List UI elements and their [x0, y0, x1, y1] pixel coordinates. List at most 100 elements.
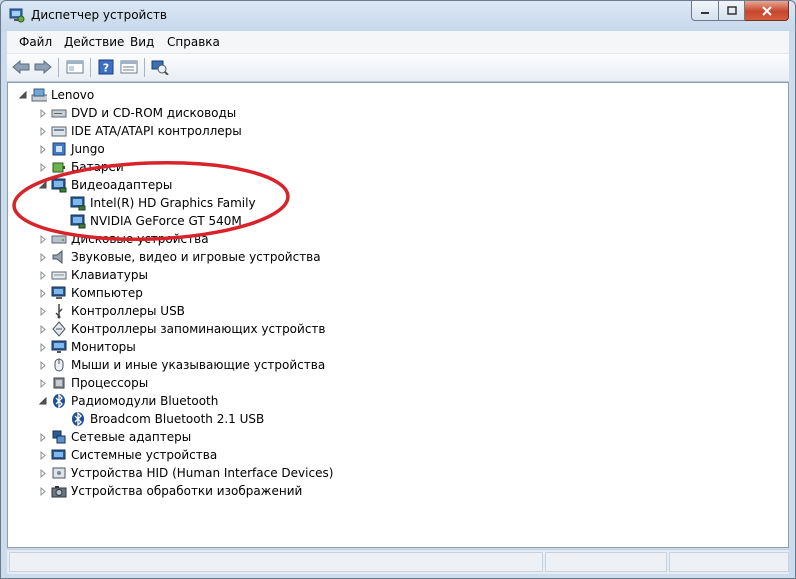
- forward-button[interactable]: [33, 58, 53, 76]
- expand-arrow-icon[interactable]: [39, 108, 47, 118]
- expand-arrow-icon[interactable]: [39, 360, 47, 370]
- tree-item-label: IDE ATA/ATAPI контроллеры: [71, 124, 242, 138]
- expand-arrow-icon[interactable]: [39, 324, 47, 334]
- tree-item[interactable]: Контроллеры запоминающих устройств: [39, 320, 325, 338]
- minimize-icon: [701, 11, 709, 14]
- tree-item[interactable]: Сетевые адаптеры: [39, 428, 191, 446]
- hid-icon: [51, 465, 67, 481]
- collapse-arrow-icon[interactable]: [39, 396, 47, 406]
- expand-arrow-icon[interactable]: [39, 378, 47, 388]
- tree-item[interactable]: Компьютер: [39, 284, 143, 302]
- close-icon: [761, 5, 772, 16]
- tree-item[interactable]: Видеоадаптеры: [39, 176, 172, 194]
- tree-item[interactable]: DVD и CD-ROM дисководы: [39, 104, 236, 122]
- properties-icon: [120, 60, 138, 74]
- battery-icon: [51, 159, 67, 175]
- tree-item[interactable]: Lenovo: [19, 86, 94, 104]
- status-pane: [545, 552, 667, 572]
- menu-action[interactable]: Действие: [64, 35, 124, 49]
- tree-item[interactable]: Дисковые устройства: [39, 230, 209, 248]
- scan-hardware-icon: [151, 60, 169, 75]
- tree-item[interactable]: Звуковые, видео и игровые устройства: [39, 248, 321, 266]
- status-pane: [9, 552, 543, 572]
- tree-item[interactable]: Клавиатуры: [39, 266, 148, 284]
- toolbar-separator: [90, 58, 91, 77]
- tree-item[interactable]: Батареи: [39, 158, 124, 176]
- expand-arrow-icon[interactable]: [39, 270, 47, 280]
- ide-controller-icon: [51, 123, 67, 139]
- jungo-device-icon: [51, 141, 67, 157]
- bluetooth-icon: [70, 411, 86, 427]
- tree-item-label: Системные устройства: [71, 448, 218, 462]
- tree-item[interactable]: Intel(R) HD Graphics Family: [70, 194, 256, 212]
- tree-item-label: Intel(R) HD Graphics Family: [90, 196, 256, 210]
- tree-item[interactable]: Мониторы: [39, 338, 136, 356]
- menu-file[interactable]: Файл: [19, 35, 52, 49]
- system-device-icon: [51, 447, 67, 463]
- keyboard-icon: [51, 267, 67, 283]
- collapse-arrow-icon[interactable]: [39, 180, 47, 190]
- display-adapter-icon: [51, 177, 67, 193]
- title-bar[interactable]: Диспетчер устройств: [1, 1, 795, 31]
- network-adapter-icon: [51, 429, 67, 445]
- tree-item-label: DVD и CD-ROM дисководы: [71, 106, 237, 120]
- expand-arrow-icon[interactable]: [39, 252, 47, 262]
- status-bar: [7, 549, 789, 574]
- help-button[interactable]: ?: [96, 58, 116, 76]
- minimize-button[interactable]: [691, 1, 719, 21]
- close-button[interactable]: [745, 1, 789, 21]
- computer-root-icon: [31, 87, 47, 103]
- expand-arrow-icon[interactable]: [39, 468, 47, 478]
- expand-arrow-icon[interactable]: [39, 234, 47, 244]
- window-title: Диспетчер устройств: [31, 8, 168, 22]
- expand-arrow-icon[interactable]: [39, 486, 47, 496]
- show-hide-console-tree-button[interactable]: [65, 58, 85, 76]
- tree-item-label: NVIDIA GeForce GT 540M: [90, 214, 242, 228]
- maximize-button[interactable]: [719, 1, 745, 21]
- display-adapter-icon: [70, 213, 86, 229]
- properties-button[interactable]: [119, 58, 139, 76]
- menu-help[interactable]: Справка: [167, 35, 220, 49]
- device-manager-window: Диспетчер устройств Файл Действие Вид Сп…: [0, 0, 796, 579]
- expand-arrow-icon[interactable]: [39, 288, 47, 298]
- tree-item[interactable]: Устройства HID (Human Interface Devices): [39, 464, 333, 482]
- tree-item[interactable]: Системные устройства: [39, 446, 217, 464]
- tree-item[interactable]: IDE ATA/ATAPI контроллеры: [39, 122, 242, 140]
- monitor-icon: [51, 339, 67, 355]
- dvd-drive-icon: [51, 105, 67, 121]
- tree-item[interactable]: Jungo: [39, 140, 105, 158]
- device-tree[interactable]: Lenovo DVD и CD-ROM дисководы IDE ATA/ATAP…: [7, 82, 789, 548]
- tree-item[interactable]: NVIDIA GeForce GT 540M: [70, 212, 242, 230]
- tree-item-label: Мониторы: [71, 340, 136, 354]
- expand-arrow-icon[interactable]: [39, 144, 47, 154]
- toolbar-separator: [144, 58, 145, 77]
- tree-item-label: Сетевые адаптеры: [71, 430, 192, 444]
- scan-hardware-button[interactable]: [150, 58, 170, 76]
- tree-item-label: Устройства обработки изображений: [71, 484, 303, 498]
- usb-icon: [51, 303, 67, 319]
- back-button[interactable]: [11, 58, 31, 76]
- collapse-arrow-icon[interactable]: [19, 90, 27, 100]
- expand-arrow-icon[interactable]: [39, 162, 47, 172]
- back-arrow-icon: [12, 60, 30, 74]
- menu-view[interactable]: Вид: [130, 35, 154, 49]
- tree-item[interactable]: Устройства обработки изображений: [39, 482, 302, 500]
- tree-item-label: Клавиатуры: [71, 268, 148, 282]
- console-tree-icon: [66, 60, 84, 74]
- menu-bar: Файл Действие Вид Справка: [7, 31, 789, 54]
- tree-item[interactable]: Радиомодули Bluetooth: [39, 392, 218, 410]
- tree-item[interactable]: Мыши и иные указывающие устройства: [39, 356, 325, 374]
- expand-arrow-icon[interactable]: [39, 306, 47, 316]
- expand-arrow-icon[interactable]: [39, 126, 47, 136]
- tree-item-label: Звуковые, видео и игровые устройства: [71, 250, 321, 264]
- tree-item-label: Устройства HID (Human Interface Devices): [71, 466, 334, 480]
- expand-arrow-icon[interactable]: [39, 342, 47, 352]
- tree-item[interactable]: Процессоры: [39, 374, 148, 392]
- tree-item-label: Процессоры: [71, 376, 149, 390]
- tree-item[interactable]: Контроллеры USB: [39, 302, 185, 320]
- tree-item-label: Видеоадаптеры: [71, 178, 173, 192]
- tree-item[interactable]: Broadcom Bluetooth 2.1 USB: [70, 410, 264, 428]
- tree-item-label: Компьютер: [71, 286, 143, 300]
- expand-arrow-icon[interactable]: [39, 450, 47, 460]
- expand-arrow-icon[interactable]: [39, 432, 47, 442]
